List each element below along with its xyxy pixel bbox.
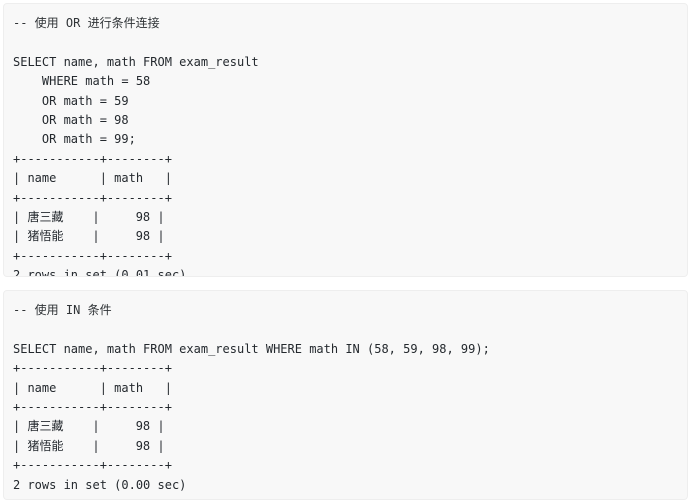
sql-in-code-content[interactable]: -- 使用 IN 条件 SELECT name, math FROM exam_r… <box>13 301 678 495</box>
sql-query-line: WHERE math = 58 <box>13 74 151 89</box>
result-table-row: | 唐三藏 | 98 | <box>13 210 165 225</box>
sql-query-line: SELECT name, math FROM exam_result WHERE… <box>13 341 490 356</box>
sql-comment-line: -- 使用 OR 进行条件连接 <box>13 16 160 30</box>
result-table-bottom-border: +-----------+--------+ <box>13 458 172 473</box>
sql-query-line: OR math = 98 <box>13 113 129 128</box>
sql-or-condition-block[interactable]: -- 使用 OR 进行条件连接 SELECT name, math FROM ex… <box>3 3 688 277</box>
sql-or-code-content[interactable]: -- 使用 OR 进行条件连接 SELECT name, math FROM ex… <box>13 14 678 277</box>
sql-in-condition-block[interactable]: -- 使用 IN 条件 SELECT name, math FROM exam_r… <box>3 290 688 500</box>
result-table-top-border: +-----------+--------+ <box>13 151 172 166</box>
result-table-header-separator: +-----------+--------+ <box>13 190 172 205</box>
result-table-header-row: | name | math | <box>13 380 172 395</box>
result-table-row: | 猪悟能 | 98 | <box>13 229 165 244</box>
result-status-line: 2 rows in set (0.01 sec) <box>13 268 187 277</box>
result-table-row: | 唐三藏 | 98 | <box>13 419 165 434</box>
sql-query-line: OR math = 99; <box>13 132 136 147</box>
result-table-header-separator: +-----------+--------+ <box>13 400 172 415</box>
code-snippets-page: -- 使用 OR 进行条件连接 SELECT name, math FROM ex… <box>0 0 696 503</box>
sql-comment-line: -- 使用 IN 条件 <box>13 303 112 317</box>
sql-query-line: OR math = 59 <box>13 93 129 108</box>
result-status-line: 2 rows in set (0.00 sec) <box>13 477 187 492</box>
result-table-top-border: +-----------+--------+ <box>13 361 172 376</box>
result-table-header-row: | name | math | <box>13 171 172 186</box>
result-table-row: | 猪悟能 | 98 | <box>13 438 165 453</box>
sql-query-line: SELECT name, math FROM exam_result <box>13 54 259 69</box>
result-table-bottom-border: +-----------+--------+ <box>13 248 172 263</box>
